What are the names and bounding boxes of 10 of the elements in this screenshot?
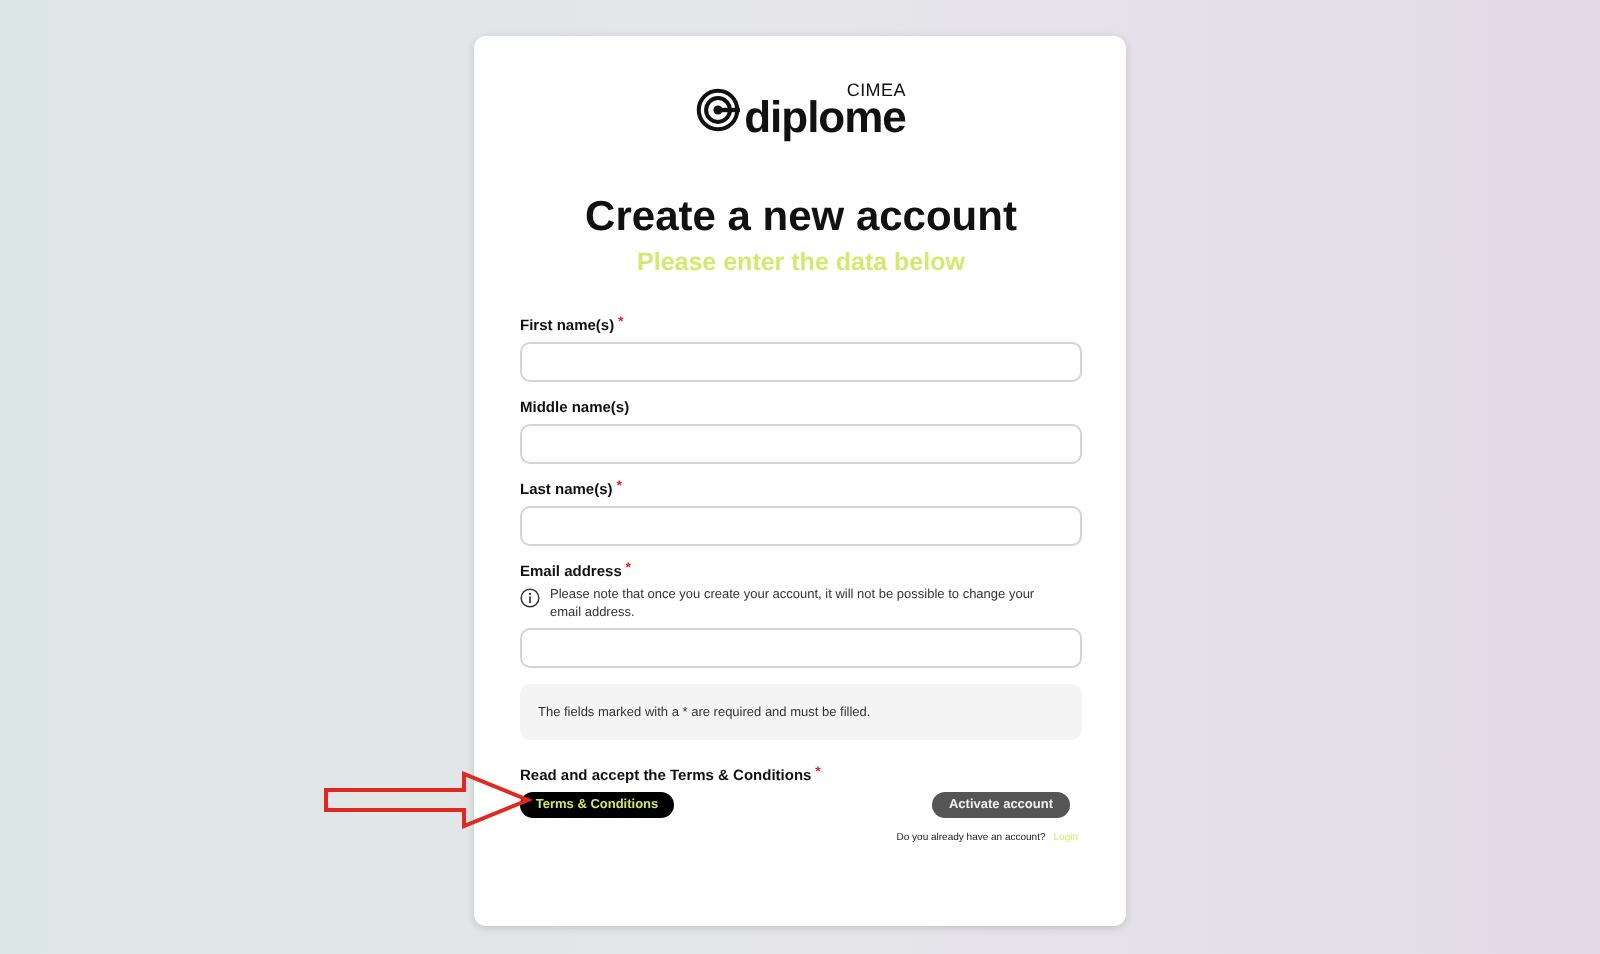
input-field[interactable]	[520, 342, 1082, 382]
page-title: Create a new account	[583, 192, 1019, 244]
logo-tagline: CIMEA	[846, 82, 906, 100]
page-subtitle: Please enter the data below	[635, 248, 967, 276]
info-icon	[520, 588, 540, 608]
input-field[interactable]	[520, 506, 1082, 546]
concentric-circles-icon	[696, 88, 741, 132]
logo-wordmark: diplome	[744, 96, 906, 140]
input-field[interactable]	[520, 424, 1082, 464]
input-field[interactable]	[520, 628, 1082, 668]
